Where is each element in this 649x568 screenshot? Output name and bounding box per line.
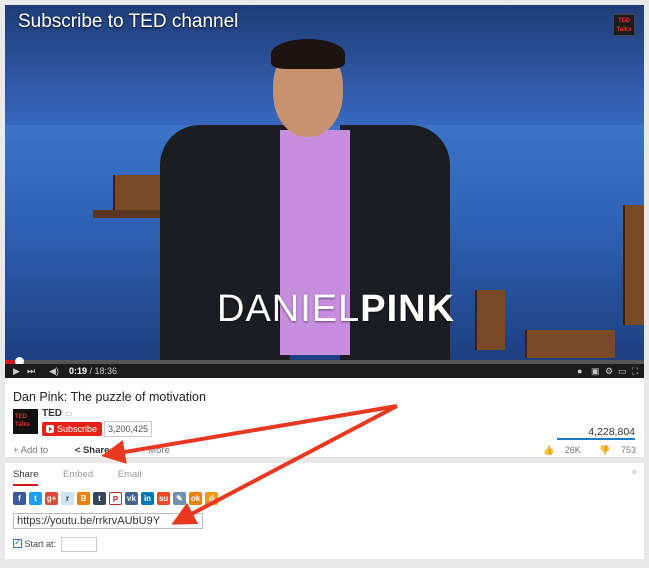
like-button[interactable]: 👍 26K [535,445,581,455]
volume-icon[interactable]: ◀) [49,366,59,377]
books [475,290,505,350]
annotations-icon[interactable]: ● [577,366,582,376]
current-time: 0:19 [69,366,88,376]
share-panel: Share Embed Email × f t g+ r B t P vk in… [5,463,644,559]
stumbleupon-icon[interactable]: su [157,492,170,505]
dislike-button[interactable]: 👎 753 [591,445,636,455]
channel-avatar[interactable]: TED Talks [13,409,38,434]
ted-watermark-icon[interactable]: TED Talks [613,14,635,36]
odnoklassniki-icon[interactable]: ok [189,492,202,505]
share-tabs: Share Embed Email [13,469,164,486]
vk-icon[interactable]: vk [125,492,138,505]
share-label[interactable]: Share [83,445,109,456]
dislike-count: 753 [620,445,636,455]
start-at-time-input[interactable] [60,537,97,552]
google-plus-icon[interactable]: g+ [45,492,58,505]
start-at-option: Start at: [13,537,97,552]
video-info-panel: Dan Pink: The puzzle of motivation TED Ta… [5,378,644,458]
subscribe-label: Subscribe [57,424,98,434]
view-count: 4,228,804 [588,426,635,438]
speaker-lower-third: DANIELPINK [217,288,455,331]
next-icon[interactable]: ⏭ [27,366,35,377]
like-count: 26K [564,445,581,455]
books [623,205,644,325]
pinterest-icon[interactable]: P [109,492,122,505]
settings-icon[interactable]: ⚙ [605,366,613,377]
channel-name[interactable]: TED ▭ [42,408,72,419]
books [525,330,615,358]
tab-email[interactable]: Email [118,469,142,480]
channel-name-text[interactable]: TED [42,408,62,419]
play-icon[interactable]: ▶ [13,366,20,377]
add-to-label[interactable]: Add to [21,445,48,456]
video-frame[interactable]: DANIELPINK Subscribe to TED channel TED T… [5,5,644,365]
more-button[interactable]: ··· More [136,445,182,456]
video-title: Dan Pink: The puzzle of motivation [13,390,206,404]
linkedin-icon[interactable]: in [141,492,154,505]
share-url-field[interactable]: https://youtu.be/rrkrvAUbU9Y [13,513,203,529]
reddit-icon[interactable]: r [61,492,74,505]
close-icon[interactable]: × [632,467,637,477]
thumbs-down-icon: 👎 [599,445,611,455]
like-ratio-bar [557,438,635,440]
duration: / 18:36 [89,366,118,376]
more-label[interactable]: More [148,445,170,456]
subscribe-button[interactable]: Subscribe [42,422,102,436]
player-controls: ▶ ⏭ ◀) 0:19 / 18:36 ● ▣ ⚙ ▭ ⛶ [5,364,644,378]
twitter-icon[interactable]: t [29,492,42,505]
fullscreen-icon[interactable]: ⛶ [632,366,638,377]
tab-embed[interactable]: Embed [63,469,93,480]
start-at-checkbox[interactable] [13,537,22,548]
overlay-title[interactable]: Subscribe to TED channel [18,11,238,33]
blogger-icon[interactable]: B [77,492,90,505]
facebook-icon[interactable]: f [13,492,26,505]
video-player[interactable]: DANIELPINK Subscribe to TED channel TED T… [5,5,644,378]
verified-icon: ▭ [64,409,73,418]
youtube-logo-icon [46,425,54,433]
digg-icon[interactable]: d [205,492,218,505]
share-button[interactable]: < Share [75,445,122,456]
tumblr-icon[interactable]: t [93,492,106,505]
tab-share[interactable]: Share [13,469,39,486]
speaker-last-name: PINK [360,288,456,330]
livejournal-icon[interactable]: ✎ [173,492,186,505]
time-display: 0:19 / 18:36 [69,366,117,376]
thumbs-up-icon: 👍 [542,445,555,455]
start-at-label: Start at: [24,538,57,549]
video-actions: + Add to < Share ··· More [13,445,194,456]
speaker-first-name: DANIEL [217,288,361,330]
add-to-button[interactable]: + Add to [13,445,60,456]
speaker-hair [271,39,345,69]
subscriber-count: 3,200,425 [104,421,153,437]
theater-icon[interactable]: ▭ [618,366,627,377]
captions-icon[interactable]: ▣ [591,366,600,377]
rating-area: 👍 26K 👎 753 [527,445,636,456]
